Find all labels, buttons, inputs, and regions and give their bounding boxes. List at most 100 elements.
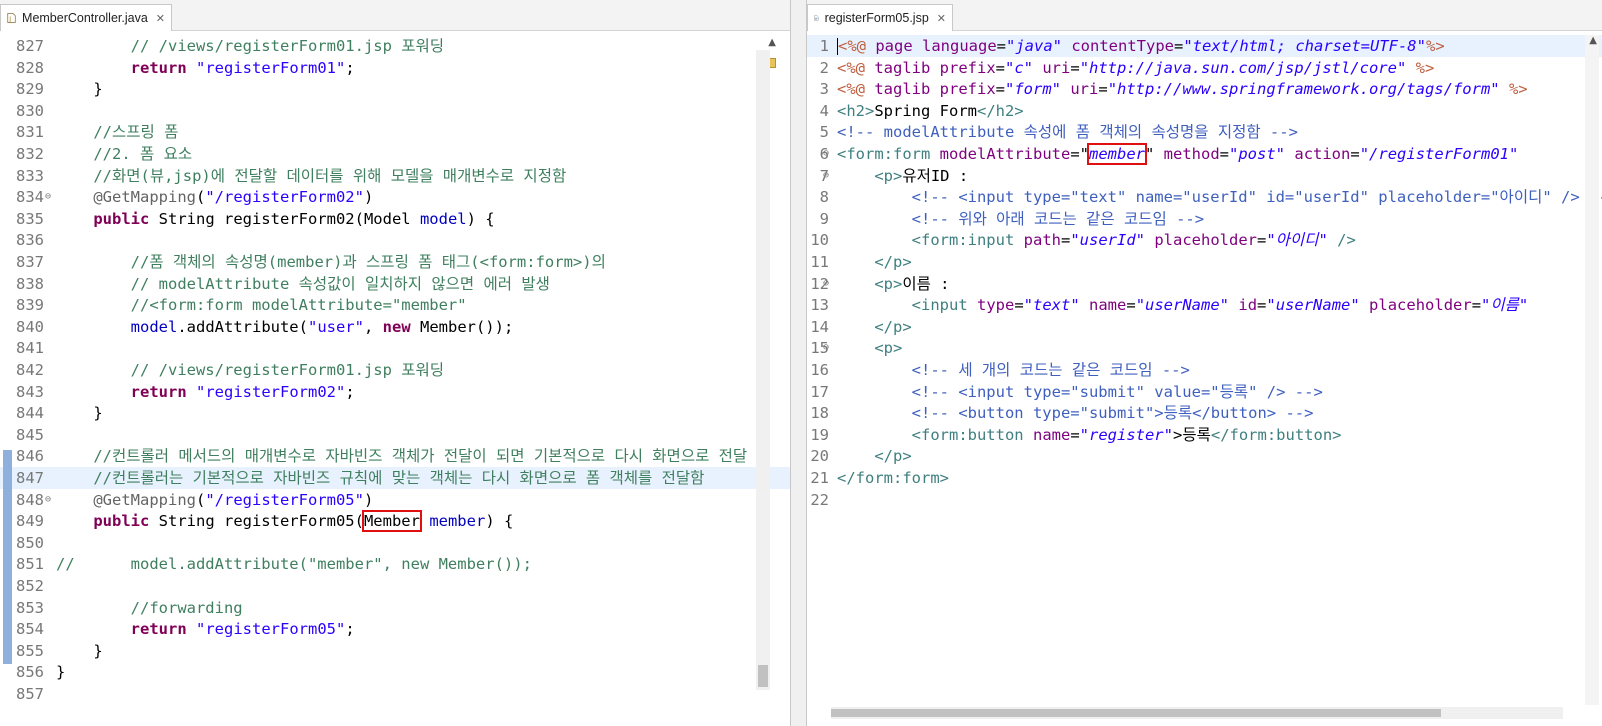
code-line[interactable]: 16 <!-- 세 개의 코드는 같은 코드임 -->	[807, 359, 1602, 381]
code-text: </p>	[837, 251, 911, 273]
code-line[interactable]: 831 //스프링 폼	[0, 121, 790, 143]
scroll-up-arrow-icon[interactable]: ▲	[1589, 35, 1597, 46]
code-text: <form:form modelAttribute="member" metho…	[837, 143, 1518, 165]
code-line[interactable]: 849 public String registerForm05(Member …	[0, 510, 790, 533]
code-line[interactable]: 832 //2. 폼 요소	[0, 143, 790, 165]
code-line[interactable]: 6 ⊖ <form:form modelAttribute="member" met…	[807, 143, 1602, 165]
code-token: <form:button	[911, 425, 1024, 444]
fold-toggle-icon[interactable]: ⊖	[45, 489, 51, 511]
code-line[interactable]: 15 ⊖ <p>	[807, 337, 1602, 359]
code-line[interactable]: 845	[0, 424, 790, 446]
code-line[interactable]: 835 public String registerForm02(Model m…	[0, 208, 790, 230]
code-line[interactable]: 841	[0, 337, 790, 359]
code-line[interactable]: 843 return "registerForm02";	[0, 381, 790, 403]
code-line[interactable]: 2 <%@ taglib prefix="c" uri="http://java.…	[807, 57, 1602, 79]
fold-toggle-icon[interactable]: ⊖	[823, 273, 829, 295]
code-line[interactable]: 828 return "registerForm01";	[0, 57, 790, 79]
jsp-file-icon	[814, 15, 819, 21]
code-line[interactable]: 844 }	[0, 402, 790, 424]
code-text: <%@ page language="java" contentType="te…	[837, 35, 1445, 57]
code-line[interactable]: 846 //컨트롤러 메서드의 매개변수로 자바빈즈 객체가 전달이 되면 기본…	[0, 445, 790, 467]
code-line[interactable]: 838 // modelAttribute 속성값이 일치하지 않으면 에러 발…	[0, 273, 790, 295]
code-line[interactable]: 848 ⊖ @GetMapping("/registerForm05")	[0, 489, 790, 511]
code-text: return "registerForm01";	[56, 57, 355, 79]
code-line[interactable]: 18 <!-- <button type="submit">등록</button…	[807, 402, 1602, 424]
code-token: %>	[1425, 37, 1445, 55]
close-icon[interactable]: ✕	[937, 12, 946, 25]
code-line[interactable]: 833 //화면(뷰,jsp)에 전달할 데이터를 위해 모델을 매개변수로 지…	[0, 165, 790, 187]
editor-split-gap[interactable]	[791, 0, 806, 726]
code-line[interactable]: 847 //컨트롤러는 기본적으로 자바빈즈 규칙에 맞는 객체는 다시 화면으…	[0, 467, 790, 489]
code-line[interactable]: 830	[0, 100, 790, 122]
fold-toggle-icon[interactable]: ⊖	[823, 143, 829, 165]
line-number: 833	[16, 166, 44, 185]
code-text: <%@ taglib prefix="form" uri="http://www…	[837, 78, 1528, 100]
code-line[interactable]: 829 }	[0, 78, 790, 100]
code-line[interactable]: 7 ⊖ <p>유저ID :	[807, 165, 1602, 187]
code-line[interactable]: 14 </p>	[807, 316, 1602, 338]
code-line[interactable]: 856}	[0, 661, 790, 683]
code-line[interactable]: 13 <input type="text" name="userName" id…	[807, 294, 1602, 316]
code-line[interactable]: 10 <form:input path="userId" placeholder…	[807, 229, 1602, 251]
close-icon[interactable]: ✕	[156, 12, 165, 25]
scrollbar-thumb[interactable]	[758, 665, 768, 687]
code-line[interactable]: 855 }	[0, 640, 790, 662]
code-token: <!-- <input type="submit" value="등록" /> …	[911, 382, 1323, 401]
java-code-area[interactable]: 827 // /views/registerForm01.jsp 포워딩 828 …	[0, 31, 790, 726]
code-line[interactable]: 8 <!-- <input type="text" name="userId" …	[807, 186, 1602, 208]
fold-toggle-icon[interactable]: ⊖	[45, 186, 51, 208]
code-line[interactable]: 851// model.addAttribute("member", new M…	[0, 553, 790, 575]
jsp-code-area[interactable]: 1 <%@ page language="java" contentType="t…	[807, 31, 1602, 726]
code-token: action	[1294, 145, 1351, 163]
code-line[interactable]: 4 <h2>Spring Form</h2>	[807, 100, 1602, 122]
code-line[interactable]: 852	[0, 575, 790, 597]
code-line[interactable]: 839 //<form:form modelAttribute="member"	[0, 294, 790, 316]
left-vertical-scrollbar[interactable]	[756, 50, 770, 690]
scroll-up-arrow-icon[interactable]: ▲	[768, 37, 776, 48]
code-token: ) {	[485, 512, 514, 531]
code-line[interactable]: 19 <form:button name="register">등록</form…	[807, 424, 1602, 446]
scrollbar-thumb[interactable]	[831, 709, 1441, 717]
code-line[interactable]: 11 </p>	[807, 251, 1602, 273]
code-line[interactable]: 3 <%@ taglib prefix="form" uri="http://ww…	[807, 78, 1602, 100]
code-line[interactable]: 22	[807, 489, 1602, 511]
code-line[interactable]: 853 //forwarding	[0, 597, 790, 619]
fold-toggle-icon[interactable]: ⊖	[823, 337, 829, 359]
code-line[interactable]: 20 </p>	[807, 445, 1602, 467]
code-token: </form:form>	[837, 469, 949, 487]
code-line[interactable]: 857	[0, 683, 790, 705]
line-number: 14	[810, 317, 829, 336]
code-line[interactable]: 840 model.addAttribute("user", new Membe…	[0, 316, 790, 338]
code-token: }	[56, 663, 66, 682]
code-line[interactable]: 12 ⊖ <p>이름 :	[807, 273, 1602, 295]
code-line[interactable]: 854 return "registerForm05";	[0, 618, 790, 640]
fold-toggle-icon[interactable]: ⊖	[823, 165, 829, 187]
line-number: 834	[16, 188, 44, 207]
code-line[interactable]: 17 <!-- <input type="submit" value="등록" …	[807, 381, 1602, 403]
tab-member-controller[interactable]: J MemberController.java ✕	[0, 4, 172, 31]
code-line[interactable]: 5 <!-- modelAttribute 속성에 폼 객체의 속성명을 지정함 …	[807, 121, 1602, 143]
code-line[interactable]: 842 // /views/registerForm01.jsp 포워딩	[0, 359, 790, 381]
code-line[interactable]: 21 </form:form>	[807, 467, 1602, 489]
code-line[interactable]: 834 ⊖ @GetMapping("/registerForm02")	[0, 186, 790, 208]
code-token: =	[1350, 145, 1360, 163]
code-line[interactable]: 836	[0, 229, 790, 251]
right-vertical-scrollbar[interactable]	[1585, 35, 1599, 705]
code-text: <%@ taglib prefix="c" uri="http://java.s…	[837, 57, 1434, 79]
code-line[interactable]: 850	[0, 532, 790, 554]
code-line[interactable]: 1 <%@ page language="java" contentType="t…	[807, 35, 1602, 57]
svg-text:J: J	[8, 16, 11, 23]
code-line[interactable]: 837 //폼 객체의 속성명(member)과 스프링 폼 태그(<form:…	[0, 251, 790, 273]
tab-register-form05[interactable]: registerForm05.jsp ✕	[807, 4, 953, 31]
code-line[interactable]: 827 // /views/registerForm01.jsp 포워딩	[0, 35, 790, 57]
code-line[interactable]: 9 <!-- 위와 아래 코드는 같은 코드임 -->	[807, 208, 1602, 230]
code-token: uri	[1042, 58, 1071, 77]
horizontal-scrollbar[interactable]	[831, 707, 1563, 719]
